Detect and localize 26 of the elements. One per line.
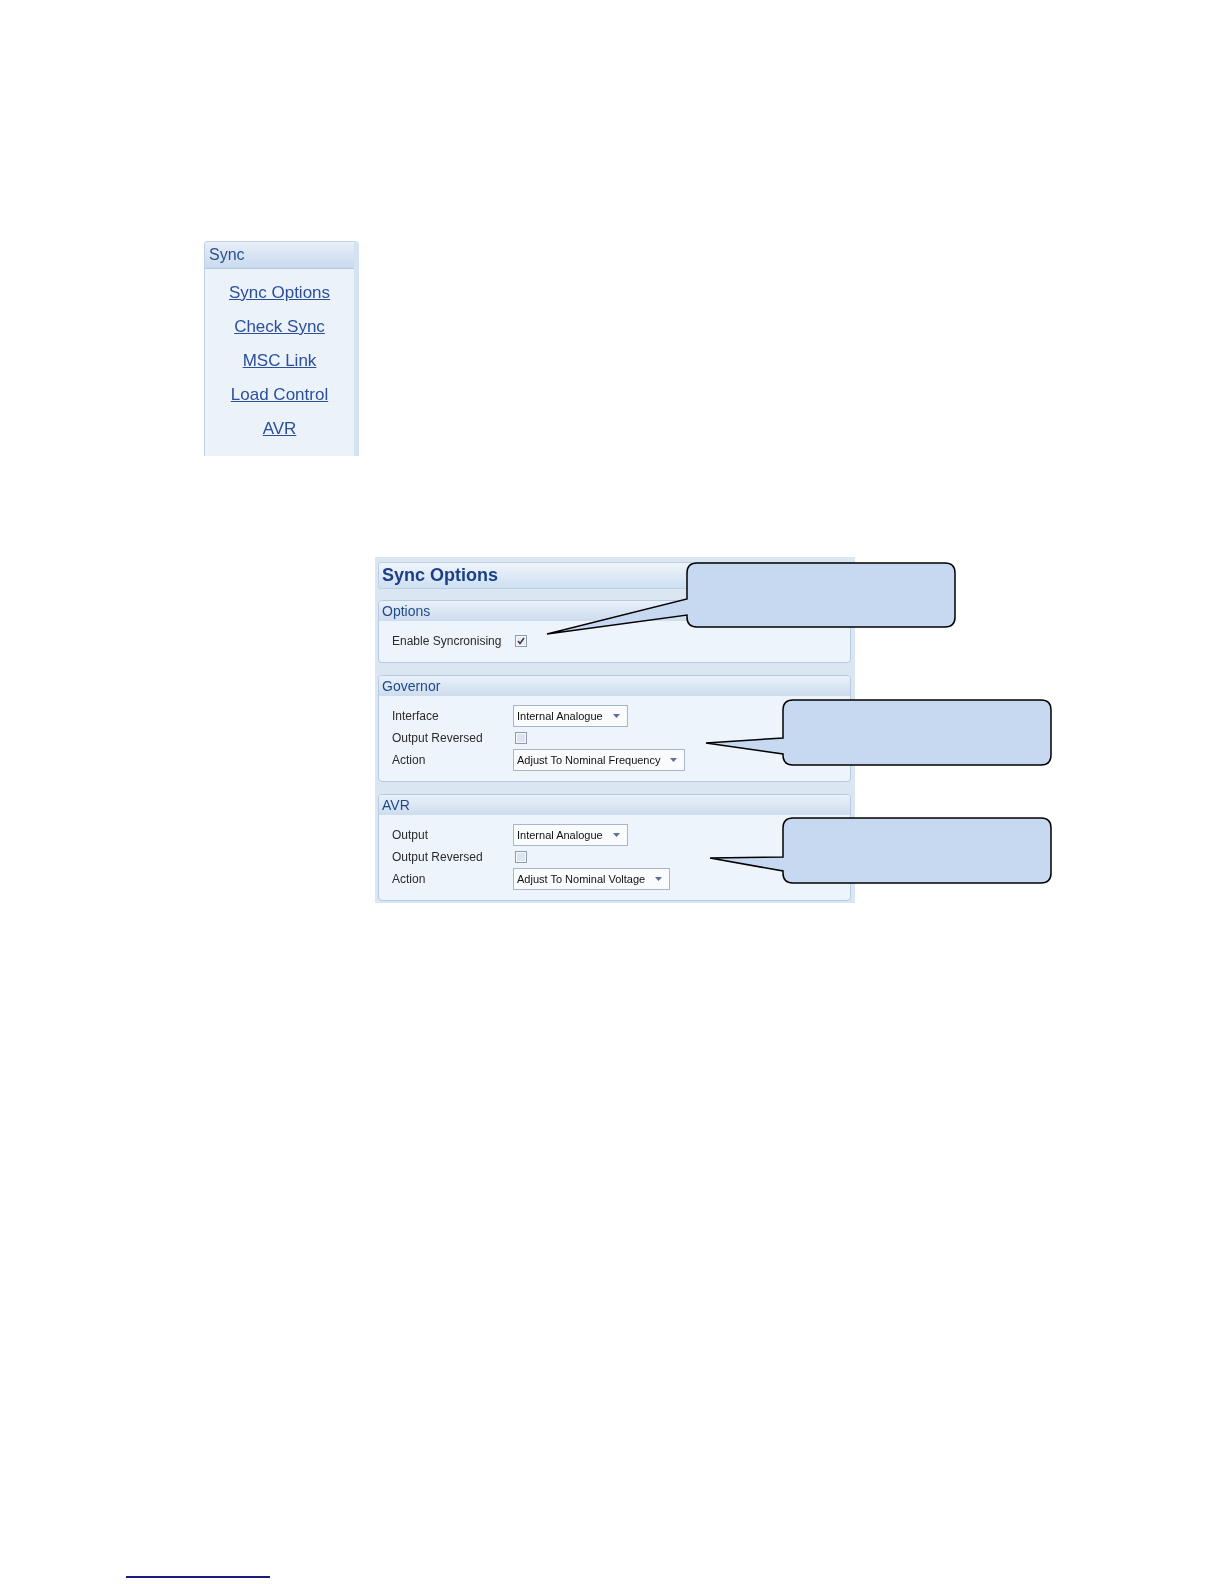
sidebar-link[interactable]: Load Control [230,378,329,412]
checkbox[interactable] [515,732,527,744]
field-label: Output Reversed [392,849,484,866]
caret-icon [612,833,620,837]
dropdown-field[interactable]: Internal Analogue [513,824,628,846]
field-label: Output [392,827,430,844]
group-header: Governor [379,676,850,696]
dropdown-field[interactable]: Internal Analogue [513,705,628,727]
checkbox[interactable] [515,851,527,863]
field-label: Action [392,752,427,769]
sidebar-link[interactable]: AVR [262,412,297,446]
checkbox[interactable] [515,635,527,647]
dropdown-field[interactable]: Adjust To Nominal Voltage [513,868,671,890]
field-label: Enable Syncronising [392,633,503,650]
caret-icon [670,758,678,762]
sidebar-header: Sync [205,242,354,269]
field-label: Interface [392,708,440,725]
caret-icon [655,877,663,881]
dropdown-field[interactable]: Adjust To Nominal Frequency [513,749,686,771]
caret-icon [612,714,620,718]
sidebar-link[interactable]: Check Sync [234,310,325,344]
sidebar-link[interactable]: MSC Link [242,344,317,378]
sidebar-link[interactable]: Sync Options [228,276,331,310]
field-label: Output Reversed [392,730,484,747]
group-header: AVR [379,795,850,815]
field-label: Action [392,871,427,888]
